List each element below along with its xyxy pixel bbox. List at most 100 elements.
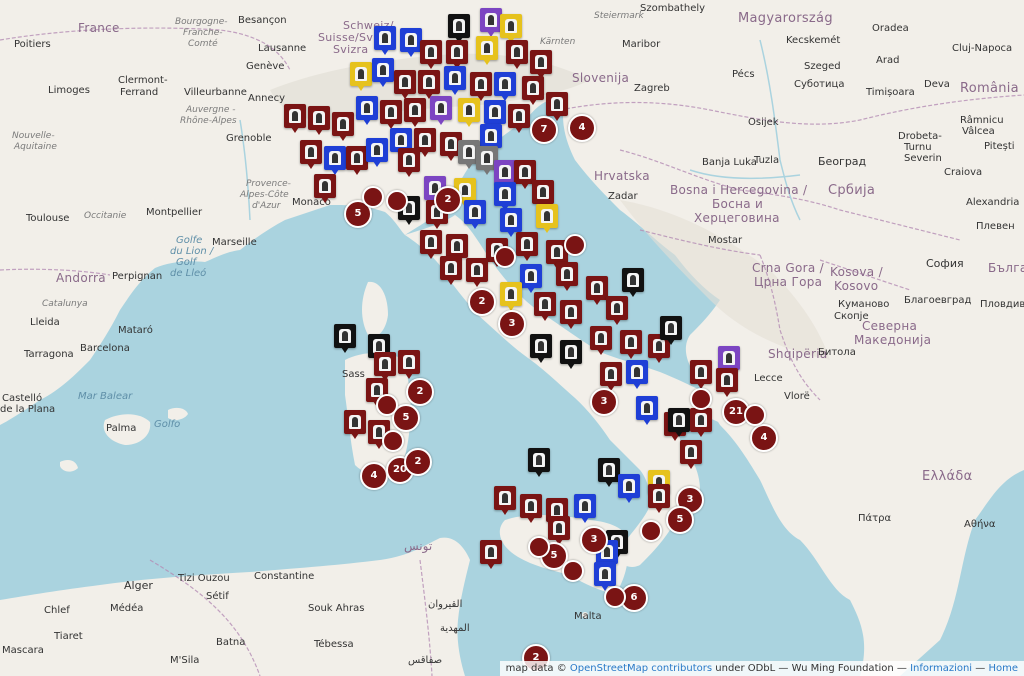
- map-marker[interactable]: [448, 14, 470, 43]
- map-marker[interactable]: [366, 138, 388, 167]
- map-marker[interactable]: [716, 368, 738, 397]
- marker-cluster[interactable]: [382, 430, 404, 452]
- map-marker[interactable]: [594, 562, 616, 591]
- map-marker[interactable]: [480, 124, 502, 153]
- map-marker[interactable]: [560, 340, 582, 369]
- map-marker[interactable]: [332, 112, 354, 141]
- map-marker[interactable]: [534, 292, 556, 321]
- marker-cluster[interactable]: [562, 560, 584, 582]
- map-marker[interactable]: [350, 62, 372, 91]
- map-marker[interactable]: [400, 28, 422, 57]
- map-marker[interactable]: [690, 408, 712, 437]
- map-marker[interactable]: [476, 36, 498, 65]
- map-marker[interactable]: [520, 264, 542, 293]
- marker-cluster[interactable]: [494, 246, 516, 268]
- map-marker[interactable]: [420, 40, 442, 69]
- map-marker[interactable]: [356, 96, 378, 125]
- map-marker[interactable]: [458, 98, 480, 127]
- map-marker[interactable]: [718, 346, 740, 375]
- map-marker[interactable]: [606, 296, 628, 325]
- map-marker[interactable]: [680, 440, 702, 469]
- marker-cluster[interactable]: 4: [750, 424, 778, 452]
- map-marker[interactable]: [398, 148, 420, 177]
- map-marker[interactable]: [516, 232, 538, 261]
- map-marker[interactable]: [494, 160, 516, 189]
- map-marker[interactable]: [530, 50, 552, 79]
- map-marker[interactable]: [636, 396, 658, 425]
- map-marker[interactable]: [380, 100, 402, 129]
- map-marker[interactable]: [430, 96, 452, 125]
- map-marker[interactable]: [346, 146, 368, 175]
- marker-cluster[interactable]: 4: [360, 462, 388, 490]
- map-marker[interactable]: [506, 40, 528, 69]
- map-marker[interactable]: [522, 76, 544, 105]
- map-marker[interactable]: [484, 100, 506, 129]
- map-marker[interactable]: [420, 230, 442, 259]
- map-marker[interactable]: [618, 474, 640, 503]
- marker-cluster[interactable]: [564, 234, 586, 256]
- map-marker[interactable]: [444, 66, 466, 95]
- map-marker[interactable]: [394, 70, 416, 99]
- marker-cluster[interactable]: [362, 186, 384, 208]
- map-marker[interactable]: [620, 330, 642, 359]
- map-marker[interactable]: [546, 92, 568, 121]
- map-marker[interactable]: [560, 300, 582, 329]
- map-marker[interactable]: [300, 140, 322, 169]
- marker-cluster[interactable]: [744, 404, 766, 426]
- marker-cluster[interactable]: [386, 190, 408, 212]
- map-marker[interactable]: [600, 362, 622, 391]
- map-marker[interactable]: [494, 182, 516, 211]
- map-marker[interactable]: [556, 262, 578, 291]
- map-marker[interactable]: [480, 540, 502, 569]
- map-marker[interactable]: [446, 40, 468, 69]
- map-view[interactable]: France Schweiz/ Suisse/Svizz Svizra Magy…: [0, 0, 1024, 676]
- map-marker[interactable]: [374, 26, 396, 55]
- map-marker[interactable]: [470, 72, 492, 101]
- map-marker[interactable]: [520, 494, 542, 523]
- map-marker[interactable]: [466, 258, 488, 287]
- map-marker[interactable]: [660, 316, 682, 345]
- map-marker[interactable]: [622, 268, 644, 297]
- map-marker[interactable]: [586, 276, 608, 305]
- map-marker[interactable]: [404, 98, 426, 127]
- map-marker[interactable]: [314, 174, 336, 203]
- map-marker[interactable]: [494, 72, 516, 101]
- map-marker[interactable]: [324, 146, 346, 175]
- map-marker[interactable]: [284, 104, 306, 133]
- marker-cluster[interactable]: 3: [498, 310, 526, 338]
- map-marker[interactable]: [418, 70, 440, 99]
- map-marker[interactable]: [500, 282, 522, 311]
- map-marker[interactable]: [598, 458, 620, 487]
- map-marker[interactable]: [500, 14, 522, 43]
- map-marker[interactable]: [574, 494, 596, 523]
- marker-cluster[interactable]: [690, 388, 712, 410]
- marker-cluster[interactable]: [376, 394, 398, 416]
- map-marker[interactable]: [334, 324, 356, 353]
- marker-cluster[interactable]: 2: [468, 288, 496, 316]
- map-marker[interactable]: [690, 360, 712, 389]
- marker-cluster[interactable]: [528, 536, 550, 558]
- informazioni-link[interactable]: Informazioni: [910, 663, 972, 674]
- marker-cluster[interactable]: 2: [404, 448, 432, 476]
- map-marker[interactable]: [494, 486, 516, 515]
- marker-cluster[interactable]: 3: [580, 526, 608, 554]
- marker-cluster[interactable]: 4: [568, 114, 596, 142]
- marker-cluster[interactable]: 2: [434, 186, 462, 214]
- marker-cluster[interactable]: 7: [530, 116, 558, 144]
- map-marker[interactable]: [648, 484, 670, 513]
- map-marker[interactable]: [446, 234, 468, 263]
- map-marker[interactable]: [480, 8, 502, 37]
- map-marker[interactable]: [528, 448, 550, 477]
- marker-cluster[interactable]: 5: [666, 506, 694, 534]
- map-marker[interactable]: [536, 204, 558, 233]
- map-marker[interactable]: [372, 58, 394, 87]
- map-marker[interactable]: [626, 360, 648, 389]
- map-marker[interactable]: [508, 104, 530, 133]
- marker-cluster[interactable]: [604, 586, 626, 608]
- map-marker[interactable]: [530, 334, 552, 363]
- map-marker[interactable]: [548, 516, 570, 545]
- marker-cluster[interactable]: [640, 520, 662, 542]
- map-marker[interactable]: [590, 326, 612, 355]
- marker-cluster[interactable]: 3: [590, 388, 618, 416]
- osm-contributors-link[interactable]: OpenStreetMap contributors: [570, 663, 712, 674]
